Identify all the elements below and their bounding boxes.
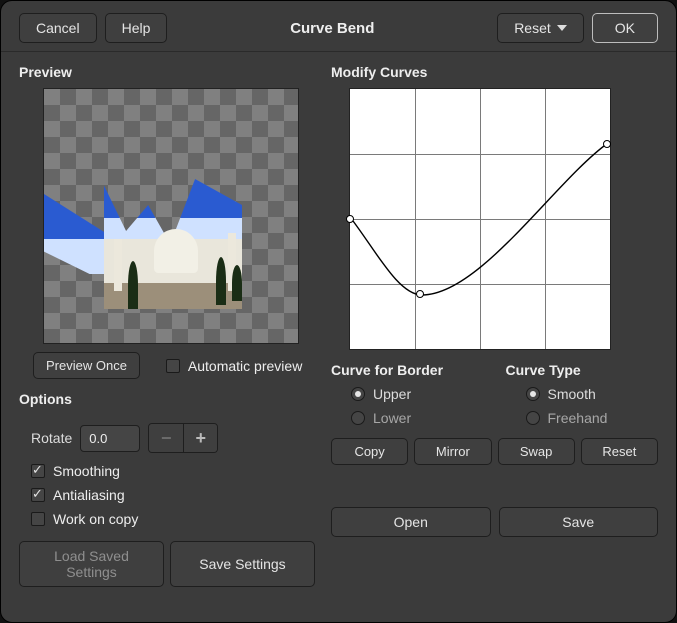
reset-button[interactable]: Reset bbox=[497, 13, 584, 43]
swap-button[interactable]: Swap bbox=[498, 438, 575, 465]
curve-node[interactable] bbox=[416, 290, 424, 298]
modify-curves-label: Modify Curves bbox=[331, 64, 658, 80]
load-saved-settings-button[interactable]: Load Saved Settings bbox=[19, 541, 164, 587]
rotate-input[interactable] bbox=[80, 425, 140, 452]
curve-node[interactable] bbox=[346, 215, 354, 223]
smooth-radio[interactable]: Smooth bbox=[526, 386, 659, 402]
freehand-radio-input[interactable] bbox=[526, 411, 540, 425]
rotate-stepper: − + bbox=[148, 423, 218, 453]
curve-editor[interactable] bbox=[349, 88, 611, 350]
curve-path bbox=[350, 89, 610, 349]
reset-label: Reset bbox=[514, 20, 551, 36]
antialiasing-checkbox[interactable]: Antialiasing bbox=[31, 487, 315, 503]
work-on-copy-input[interactable] bbox=[31, 512, 45, 526]
save-settings-button[interactable]: Save Settings bbox=[170, 541, 315, 587]
smoothing-checkbox[interactable]: Smoothing bbox=[31, 463, 315, 479]
dialog-title: Curve Bend bbox=[167, 20, 497, 37]
automatic-preview-checkbox[interactable]: Automatic preview bbox=[166, 358, 302, 374]
save-button[interactable]: Save bbox=[499, 507, 659, 537]
upper-radio-label: Upper bbox=[373, 386, 411, 402]
curve-node[interactable] bbox=[603, 140, 611, 148]
smoothing-label: Smoothing bbox=[53, 463, 120, 479]
automatic-preview-label: Automatic preview bbox=[188, 358, 302, 374]
right-column: Modify Curves Curve for Border bbox=[331, 64, 658, 622]
preview-image bbox=[128, 261, 138, 309]
curve-for-border-group: Curve for Border Upper Lower bbox=[331, 362, 484, 426]
preview-image bbox=[154, 229, 198, 273]
freehand-radio[interactable]: Freehand bbox=[526, 410, 659, 426]
freehand-radio-label: Freehand bbox=[548, 410, 608, 426]
left-column: Preview Preview Once Automatic preview O… bbox=[19, 64, 315, 622]
open-button[interactable]: Open bbox=[331, 507, 491, 537]
preview-once-button[interactable]: Preview Once bbox=[33, 352, 140, 379]
curve-type-label: Curve Type bbox=[506, 362, 659, 378]
preview-canvas bbox=[43, 88, 299, 344]
options-label: Options bbox=[19, 391, 315, 407]
curve-reset-button[interactable]: Reset bbox=[581, 438, 658, 465]
copy-button[interactable]: Copy bbox=[331, 438, 408, 465]
chevron-down-icon bbox=[557, 25, 567, 31]
smooth-radio-label: Smooth bbox=[548, 386, 596, 402]
curve-type-group: Curve Type Smooth Freehand bbox=[506, 362, 659, 426]
curve-for-border-label: Curve for Border bbox=[331, 362, 484, 378]
preview-image bbox=[216, 257, 226, 305]
rotate-increment-button[interactable]: + bbox=[183, 424, 217, 452]
preview-image bbox=[114, 239, 122, 291]
smooth-radio-input[interactable] bbox=[526, 387, 540, 401]
lower-radio-input[interactable] bbox=[351, 411, 365, 425]
cancel-button[interactable]: Cancel bbox=[19, 13, 97, 43]
help-button[interactable]: Help bbox=[105, 13, 168, 43]
ok-button[interactable]: OK bbox=[592, 13, 658, 43]
mirror-button[interactable]: Mirror bbox=[414, 438, 491, 465]
work-on-copy-label: Work on copy bbox=[53, 511, 138, 527]
content: Preview Preview Once Automatic preview O… bbox=[1, 52, 676, 622]
rotate-label: Rotate bbox=[31, 430, 72, 446]
antialiasing-label: Antialiasing bbox=[53, 487, 125, 503]
rotate-decrement-button[interactable]: − bbox=[149, 424, 183, 452]
preview-label: Preview bbox=[19, 64, 315, 80]
work-on-copy-checkbox[interactable]: Work on copy bbox=[31, 511, 315, 527]
upper-radio[interactable]: Upper bbox=[351, 386, 484, 402]
smoothing-input[interactable] bbox=[31, 464, 45, 478]
titlebar: Cancel Help Curve Bend Reset OK bbox=[1, 1, 676, 52]
lower-radio-label: Lower bbox=[373, 410, 411, 426]
upper-radio-input[interactable] bbox=[351, 387, 365, 401]
curve-bend-dialog: Cancel Help Curve Bend Reset OK Preview bbox=[0, 0, 677, 623]
preview-image bbox=[232, 265, 242, 301]
antialiasing-input[interactable] bbox=[31, 488, 45, 502]
automatic-preview-input[interactable] bbox=[166, 359, 180, 373]
lower-radio[interactable]: Lower bbox=[351, 410, 484, 426]
